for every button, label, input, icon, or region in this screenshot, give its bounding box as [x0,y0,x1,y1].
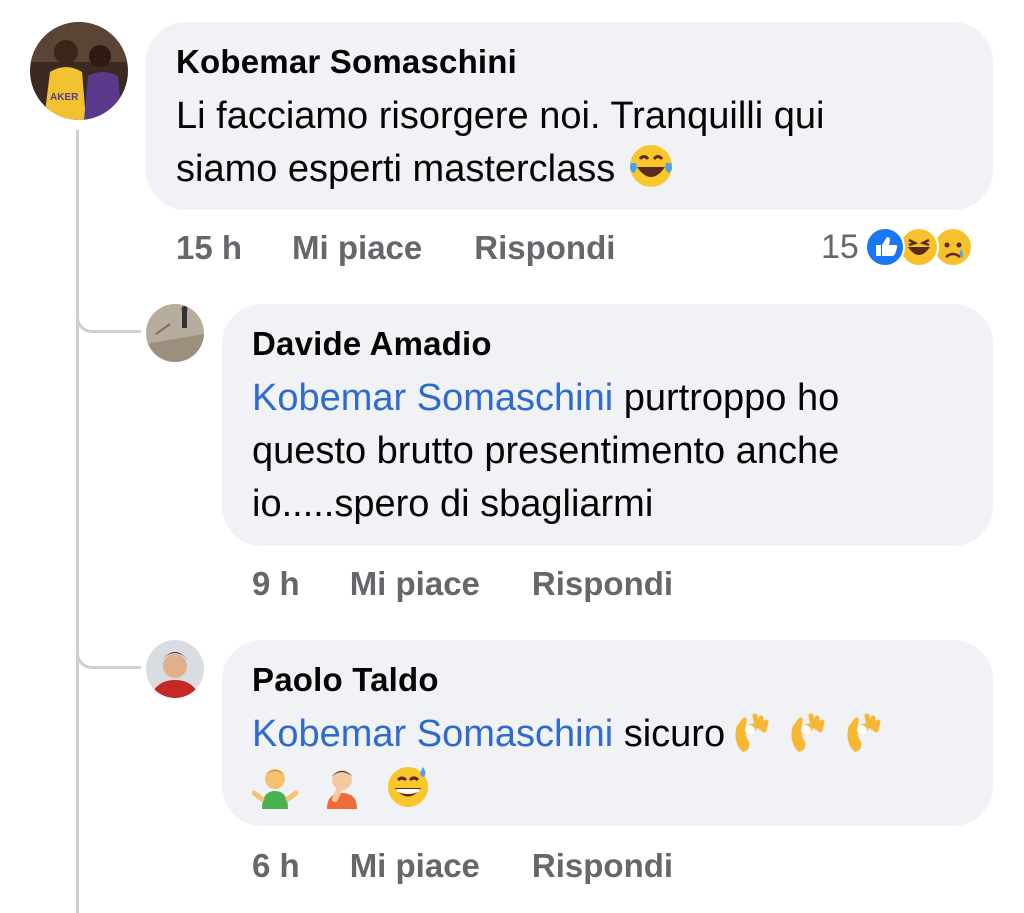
comment-text-line: siamo esperti masterclass [176,143,993,196]
like-button[interactable]: Mi piace [350,564,480,604]
reply-text: sicuro [613,713,726,755]
reply-button[interactable]: Rispondi [474,228,615,268]
reply-actions: 6 h Mi piace Rispondi [252,846,725,886]
ok-hand-emoji [839,708,885,754]
comment-text: Li facciamo risorgere noi. Tranquilli qu… [176,95,825,137]
svg-text:AKER: AKER [50,92,79,103]
like-icon [864,227,905,267]
reply-timestamp[interactable]: 9 h [252,564,300,604]
mention-link[interactable]: Kobemar Somaschini [252,377,613,419]
person-facepalming-emoji [319,763,365,809]
comment-timestamp[interactable]: 15 h [176,228,242,268]
ok-hand-emoji [783,708,829,754]
reply-text: questo brutto presentimento anche [252,430,840,472]
thread-branch [76,292,141,333]
face-with-tears-of-joy-emoji [628,143,674,189]
reply-timestamp[interactable]: 6 h [252,846,300,886]
comment-bubble: Kobemar Somaschini Li facciamo risorgere… [146,22,993,210]
reply-button[interactable]: Rispondi [532,564,673,604]
comment-text: siamo esperti masterclass [176,148,616,190]
like-button[interactable]: Mi piace [350,846,480,886]
reply-author[interactable]: Davide Amadio [252,324,993,364]
reply-text-line: Kobemar Somaschini purtroppo ho [252,372,993,425]
reply-button[interactable]: Rispondi [532,846,673,886]
reply-text-line: Kobemar Somaschini sicuro [252,708,993,761]
reply-text: purtroppo ho [613,377,840,419]
reaction-count: 15 [821,227,859,266]
ok-hand-emoji [727,708,773,754]
man-shrugging-emoji [252,763,298,809]
comment-author[interactable]: Kobemar Somaschini [176,42,993,82]
reply-author[interactable]: Paolo Taldo [252,660,993,700]
sad-icon [932,227,973,267]
thread-branch [76,628,141,669]
grinning-sweat-emoji [385,763,431,809]
laugh-icon [898,227,939,267]
reply-emoji-line [252,763,993,816]
reply-text: io.....spero di sbagliarmi [252,483,654,525]
avatar[interactable] [146,640,204,698]
reply-bubble: Paolo Taldo Kobemar Somaschini sicuro [222,640,993,826]
mention-link[interactable]: Kobemar Somaschini [252,713,613,755]
reaction-summary[interactable]: 15 [821,225,973,269]
reply-actions: 9 h Mi piace Rispondi [252,564,725,604]
thread-line [76,130,79,913]
avatar[interactable] [146,304,204,362]
like-button[interactable]: Mi piace [292,228,422,268]
reply-bubble: Davide Amadio Kobemar Somaschini purtrop… [222,304,993,546]
comment-actions: 15 h Mi piace Rispondi [176,228,667,268]
avatar[interactable]: AKER [30,22,128,120]
